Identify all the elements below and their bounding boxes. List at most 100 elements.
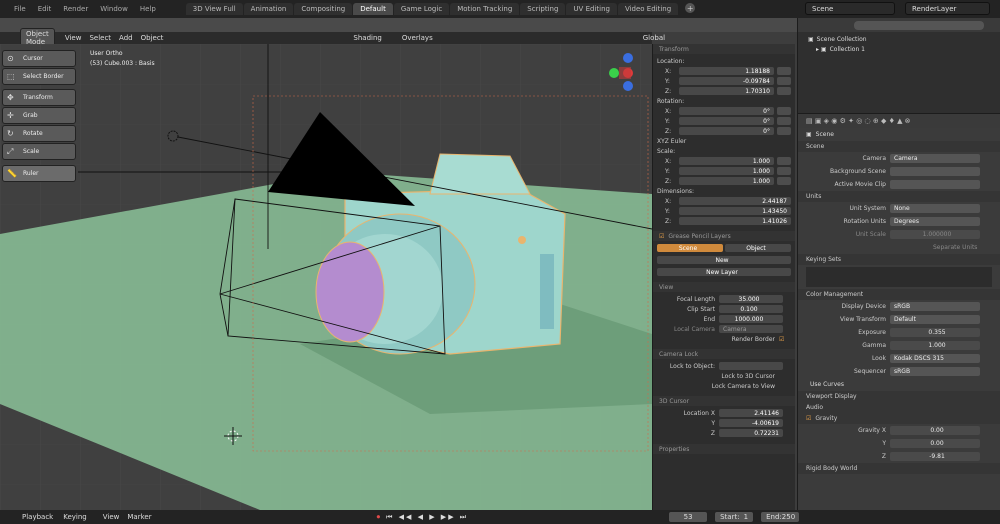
renderlayer-selector[interactable]: RenderLayer (905, 2, 990, 15)
lock-icon[interactable] (777, 117, 791, 125)
orientation-global[interactable]: Global (643, 34, 665, 42)
menu-render[interactable]: Render (57, 5, 94, 13)
local-camera-field[interactable]: Camera (719, 325, 783, 333)
grease-pencil-object-tab[interactable]: Object (725, 244, 791, 252)
scene-panel-header[interactable]: Scene (798, 141, 1000, 152)
cursor-z-field[interactable]: 0.72231 (719, 429, 783, 437)
overlays-menu[interactable]: Overlays (402, 34, 433, 42)
lock-icon[interactable] (777, 127, 791, 135)
location-y-field[interactable]: -0.09784 (679, 77, 774, 85)
start-frame-field[interactable]: Start: 1 (714, 511, 755, 523)
rigid-body-world-header[interactable]: Rigid Body World (798, 463, 1000, 474)
end-frame-field[interactable]: End: 250 (760, 511, 801, 523)
tool-select-border[interactable]: ⬚ Select Border (2, 68, 76, 85)
lock-camera-to-view-label[interactable]: Lock Camera to View (657, 383, 779, 390)
tool-rotate[interactable]: ↻ Rotate (2, 125, 76, 142)
unit-system-select[interactable]: None (890, 204, 980, 213)
tab-3d-view-full[interactable]: 3D View Full (185, 3, 243, 15)
active-movie-clip-field[interactable] (890, 180, 980, 189)
tab-uv-editing[interactable]: UV Editing (566, 3, 617, 15)
gamma-field[interactable]: 1.000 (890, 341, 980, 350)
gravity-y-field[interactable]: 0.00 (890, 439, 980, 448)
tool-transform[interactable]: ✥ Transform (2, 89, 76, 106)
tool-ruler[interactable]: 📏 Ruler (2, 165, 76, 182)
dimensions-y-field[interactable]: 1.43450 (679, 207, 791, 215)
lock-icon[interactable] (777, 177, 791, 185)
record-button[interactable]: ⏺ (377, 513, 381, 522)
playback-menu[interactable]: Playback (22, 513, 53, 521)
view-transform-select[interactable]: Default (890, 315, 980, 324)
outliner-scene-collection[interactable]: ▣ Scene Collection (798, 34, 1000, 44)
tab-animation[interactable]: Animation (243, 3, 294, 15)
unit-scale-field[interactable]: 1.000000 (890, 230, 980, 239)
gravity-x-field[interactable]: 0.00 (890, 426, 980, 435)
shading-menu[interactable]: Shading (353, 34, 381, 42)
outliner-collection-1[interactable]: ▸ ▣ Collection 1 (798, 44, 1000, 54)
tab-game-logic[interactable]: Game Logic (393, 3, 450, 15)
menu-help[interactable]: Help (134, 5, 162, 13)
camera-field[interactable]: Camera (890, 154, 980, 163)
rotation-z-field[interactable]: 0° (679, 127, 774, 135)
focal-length-field[interactable]: 35.000 (719, 295, 783, 303)
scene-selector[interactable]: Scene (805, 2, 895, 15)
tool-scale[interactable]: ⤢ Scale (2, 143, 76, 160)
grease-pencil-scene-tab[interactable]: Scene (657, 244, 723, 252)
lock-icon[interactable] (777, 157, 791, 165)
view-panel-header[interactable]: View (653, 282, 795, 292)
3d-cursor-header[interactable]: 3D Cursor (653, 396, 795, 406)
camera-lock-header[interactable]: Camera Lock (653, 349, 795, 359)
cursor-x-field[interactable]: 2.41146 (719, 409, 783, 417)
menu-object[interactable]: Object (141, 34, 164, 42)
exposure-field[interactable]: 0.355 (890, 328, 980, 337)
tab-default[interactable]: Default (353, 3, 393, 15)
viewport-display-header[interactable]: Viewport Display (798, 391, 1000, 402)
current-frame-field[interactable]: 53 (668, 511, 709, 523)
clip-end-field[interactable]: 1000.000 (719, 315, 783, 323)
rotation-x-field[interactable]: 0° (679, 107, 774, 115)
properties-header[interactable]: Properties (653, 444, 795, 454)
units-panel-header[interactable]: Units (798, 191, 1000, 202)
rotation-y-field[interactable]: 0° (679, 117, 774, 125)
menu-edit[interactable]: Edit (32, 5, 58, 13)
new-layer-button[interactable]: New Layer (657, 268, 791, 276)
keying-sets-header[interactable]: Keying Sets (798, 254, 1000, 265)
scale-y-field[interactable]: 1.000 (679, 167, 774, 175)
view-menu[interactable]: View (103, 513, 120, 521)
playback-controls[interactable]: ⏮ ◀◀ ◀ ▶ ▶▶ ⏭ (386, 513, 468, 522)
lock-icon[interactable] (777, 167, 791, 175)
scale-z-field[interactable]: 1.000 (679, 177, 774, 185)
separate-units-checkbox[interactable]: Separate Units (933, 244, 977, 251)
render-border-checkbox[interactable]: ☑ (779, 336, 784, 343)
tab-video-editing[interactable]: Video Editing (617, 3, 679, 15)
lock-icon[interactable] (777, 67, 791, 75)
menu-select[interactable]: Select (89, 34, 111, 42)
dimensions-z-field[interactable]: 1.41026 (679, 217, 791, 225)
lock-icon[interactable] (777, 77, 791, 85)
gravity-z-field[interactable]: -9.81 (890, 452, 980, 461)
grease-pencil-header[interactable]: ☑ Grease Pencil Layers (653, 231, 795, 241)
look-select[interactable]: Kodak DSCS 315 (890, 354, 980, 363)
dimensions-x-field[interactable]: 2.44187 (679, 197, 791, 205)
tool-cursor[interactable]: ⊙ Cursor (2, 50, 76, 67)
rotation-units-select[interactable]: Degrees (890, 217, 980, 226)
scale-x-field[interactable]: 1.000 (679, 157, 774, 165)
properties-tabs[interactable]: ▤ ▣ ◈ ◉ ⚙ ✦ ◎ ◌ ⊕ ◆ ♦ ▲ ⊗ (798, 114, 1000, 128)
menu-view[interactable]: View (65, 34, 82, 42)
cursor-y-field[interactable]: -4.00619 (719, 419, 783, 427)
gravity-header[interactable]: ☑ Gravity (798, 413, 1000, 424)
lock-to-cursor-label[interactable]: Lock to 3D Cursor (657, 373, 779, 380)
keying-sets-list[interactable] (806, 267, 992, 287)
tool-grab[interactable]: ✛ Grab (2, 107, 76, 124)
color-management-header[interactable]: Color Management (798, 289, 1000, 300)
outliner-search-input[interactable] (854, 20, 984, 30)
rotation-mode[interactable]: XYZ Euler (657, 138, 686, 145)
lock-icon[interactable] (777, 107, 791, 115)
audio-header[interactable]: Audio (798, 402, 1000, 413)
lock-icon[interactable] (777, 87, 791, 95)
menu-file[interactable]: File (8, 5, 32, 13)
sequencer-select[interactable]: sRGB (890, 367, 980, 376)
grease-pencil-new-button[interactable]: New (657, 256, 791, 264)
3d-viewport[interactable]: User Ortho (53) Cube.003 : Basis (0, 44, 652, 510)
background-scene-field[interactable] (890, 167, 980, 176)
tab-scripting[interactable]: Scripting (520, 3, 566, 15)
